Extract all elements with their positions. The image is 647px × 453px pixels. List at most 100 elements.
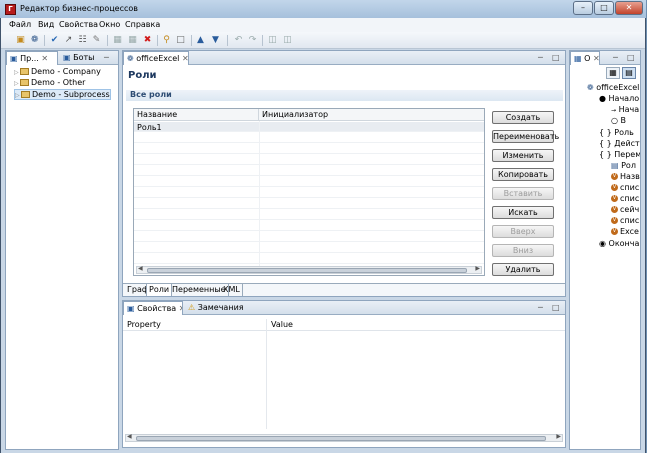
- outline-item[interactable]: ❁ officeExcel: [587, 83, 639, 92]
- minimize-outline-icon[interactable]: ─: [610, 51, 624, 65]
- minimize-properties-icon[interactable]: ─: [535, 301, 549, 315]
- undo-icon[interactable]: ↶: [233, 35, 244, 46]
- column-header-value[interactable]: Value: [271, 320, 293, 329]
- section-title: Все роли: [126, 90, 563, 101]
- tab-bots[interactable]: ▣ Боты: [60, 51, 100, 65]
- tab-roles[interactable]: Роли: [146, 284, 173, 296]
- brace-icon: { }: [599, 128, 612, 137]
- outline-item[interactable]: V Exce: [611, 227, 639, 236]
- search-button[interactable]: Искать: [492, 206, 554, 219]
- save-icon[interactable]: ▦: [112, 35, 123, 46]
- scroll-left-icon: ◀: [138, 265, 143, 272]
- copy-process-icon[interactable]: ☷: [77, 35, 88, 46]
- process-icon: ❁: [127, 54, 134, 63]
- outline-item[interactable]: V Назв: [611, 172, 640, 181]
- upload-icon[interactable]: ▲: [195, 35, 206, 46]
- outline-item[interactable]: { } Переме: [599, 150, 640, 159]
- maximize-outline-icon[interactable]: □: [624, 51, 638, 65]
- outline-item[interactable]: ▤ Рол: [611, 161, 636, 170]
- new-project-icon[interactable]: ▣: [15, 35, 26, 46]
- import-icon[interactable]: ✔: [49, 35, 60, 46]
- scroll-right-icon: ▶: [475, 265, 480, 272]
- new-process-icon[interactable]: ❁: [29, 35, 40, 46]
- move-down-button[interactable]: Вниз: [492, 244, 554, 257]
- swimlane-icon: ○: [611, 116, 618, 125]
- properties-horizontal-scrollbar[interactable]: ◀ ▶: [125, 433, 563, 442]
- column-header-initializer[interactable]: Инициализатор: [259, 109, 484, 121]
- table-horizontal-scrollbar[interactable]: ◀ ▶: [136, 265, 482, 274]
- outline-icon: ▦: [574, 54, 582, 63]
- outline-item[interactable]: ◉ Оконча: [599, 239, 639, 248]
- outline-item[interactable]: Vспис: [611, 194, 639, 203]
- outline-item[interactable]: Vспис: [611, 216, 639, 225]
- arrow-icon: →: [611, 107, 617, 114]
- folder-icon: [21, 91, 30, 98]
- create-button[interactable]: Создать: [492, 111, 554, 124]
- variable-icon: V: [611, 184, 618, 191]
- outline-item[interactable]: → Нача: [611, 105, 639, 114]
- minimize-view-icon[interactable]: ─: [101, 51, 119, 65]
- menu-file[interactable]: Файл: [9, 20, 31, 29]
- menu-window[interactable]: Окно: [99, 20, 120, 29]
- start-dot-icon: ●: [599, 94, 606, 103]
- download-icon[interactable]: ▼: [210, 35, 221, 46]
- outline-item[interactable]: ● Начало: [599, 94, 639, 103]
- page-title: Роли: [128, 70, 157, 81]
- tab-properties[interactable]: ▣ Свойства ✕: [123, 301, 183, 315]
- folder-icon: [20, 79, 29, 86]
- rename-button[interactable]: Переименовать: [492, 130, 559, 143]
- table-row[interactable]: Роль1: [134, 122, 484, 132]
- tab-officeexcel[interactable]: ❁ officeExcel ✕: [123, 51, 189, 65]
- menu-view[interactable]: Вид: [38, 20, 54, 29]
- copy-icon[interactable]: ◫: [267, 35, 278, 46]
- redo-icon[interactable]: ↷: [247, 35, 258, 46]
- move-up-button[interactable]: Вверх: [492, 225, 554, 238]
- find-icon[interactable]: ⚲: [161, 35, 172, 46]
- variable-icon: V: [611, 206, 618, 213]
- maximize-icon[interactable]: □: [594, 1, 614, 15]
- warning-icon: ⚠: [188, 303, 196, 312]
- tab-remarks[interactable]: ⚠ Замечания: [185, 301, 245, 315]
- variable-icon: V: [611, 228, 618, 235]
- outline-item[interactable]: ○ В: [611, 116, 626, 125]
- delete-icon[interactable]: ✖: [142, 35, 153, 46]
- roles-table: Название Инициализатор Роль1 ◀ ▶: [133, 108, 485, 276]
- scroll-left-icon: ◀: [127, 433, 132, 440]
- export-icon[interactable]: ↗: [63, 35, 74, 46]
- tab-xml[interactable]: XML: [221, 284, 243, 296]
- outline-view-icon[interactable]: ▦: [606, 67, 620, 79]
- copy-button[interactable]: Копировать: [492, 168, 554, 181]
- outline-item[interactable]: { } Действи: [599, 139, 640, 148]
- minimize-icon[interactable]: –: [573, 1, 593, 15]
- outline-item[interactable]: { } Роль: [599, 128, 634, 137]
- maximize-editor-icon[interactable]: □: [549, 51, 563, 65]
- outline-item[interactable]: Vспис: [611, 183, 639, 192]
- end-dot-icon: ◉: [599, 239, 606, 248]
- paste-button[interactable]: Вставить: [492, 187, 554, 200]
- column-header-name[interactable]: Название: [134, 109, 259, 121]
- edit-button[interactable]: Изменить: [492, 149, 554, 162]
- tree-item-demo-other[interactable]: ▷ Demo - Other: [14, 78, 85, 87]
- maximize-properties-icon[interactable]: □: [549, 301, 563, 315]
- paste-icon[interactable]: ◫: [282, 35, 293, 46]
- tree-item-demo-company[interactable]: ▷ Demo - Company: [14, 67, 101, 76]
- menu-properties[interactable]: Свойства: [59, 20, 98, 29]
- save-all-icon[interactable]: ▦: [127, 35, 138, 46]
- menu-help[interactable]: Справка: [125, 20, 160, 29]
- variable-icon: V: [611, 217, 618, 224]
- minimize-editor-icon[interactable]: ─: [535, 51, 549, 65]
- tab-outline[interactable]: ▦ О ✕: [570, 51, 600, 65]
- brace-icon: { }: [599, 150, 612, 159]
- project-explorer-panel: ▣ Пр... ✕ ▣ Боты ─ ▷ Demo - Company ▷ Demo…: [5, 50, 119, 450]
- tree-item-demo-subprocess[interactable]: ▷ Demo - Subprocess: [14, 89, 111, 100]
- outline-item[interactable]: Vсейч: [611, 205, 639, 214]
- tab-projects[interactable]: ▣ Пр... ✕: [6, 51, 58, 65]
- editor-bottom-tabs: Граф Роли Переменные XML: [123, 283, 565, 296]
- open-icon[interactable]: □: [175, 35, 186, 46]
- tab-variables[interactable]: Переменные: [170, 284, 229, 296]
- tree-view-icon[interactable]: ▤: [622, 67, 636, 79]
- rename-icon[interactable]: ✎: [91, 35, 102, 46]
- delete-button[interactable]: Удалить: [492, 263, 554, 276]
- close-window-icon[interactable]: ✕: [615, 1, 643, 15]
- column-header-property[interactable]: Property: [127, 320, 161, 329]
